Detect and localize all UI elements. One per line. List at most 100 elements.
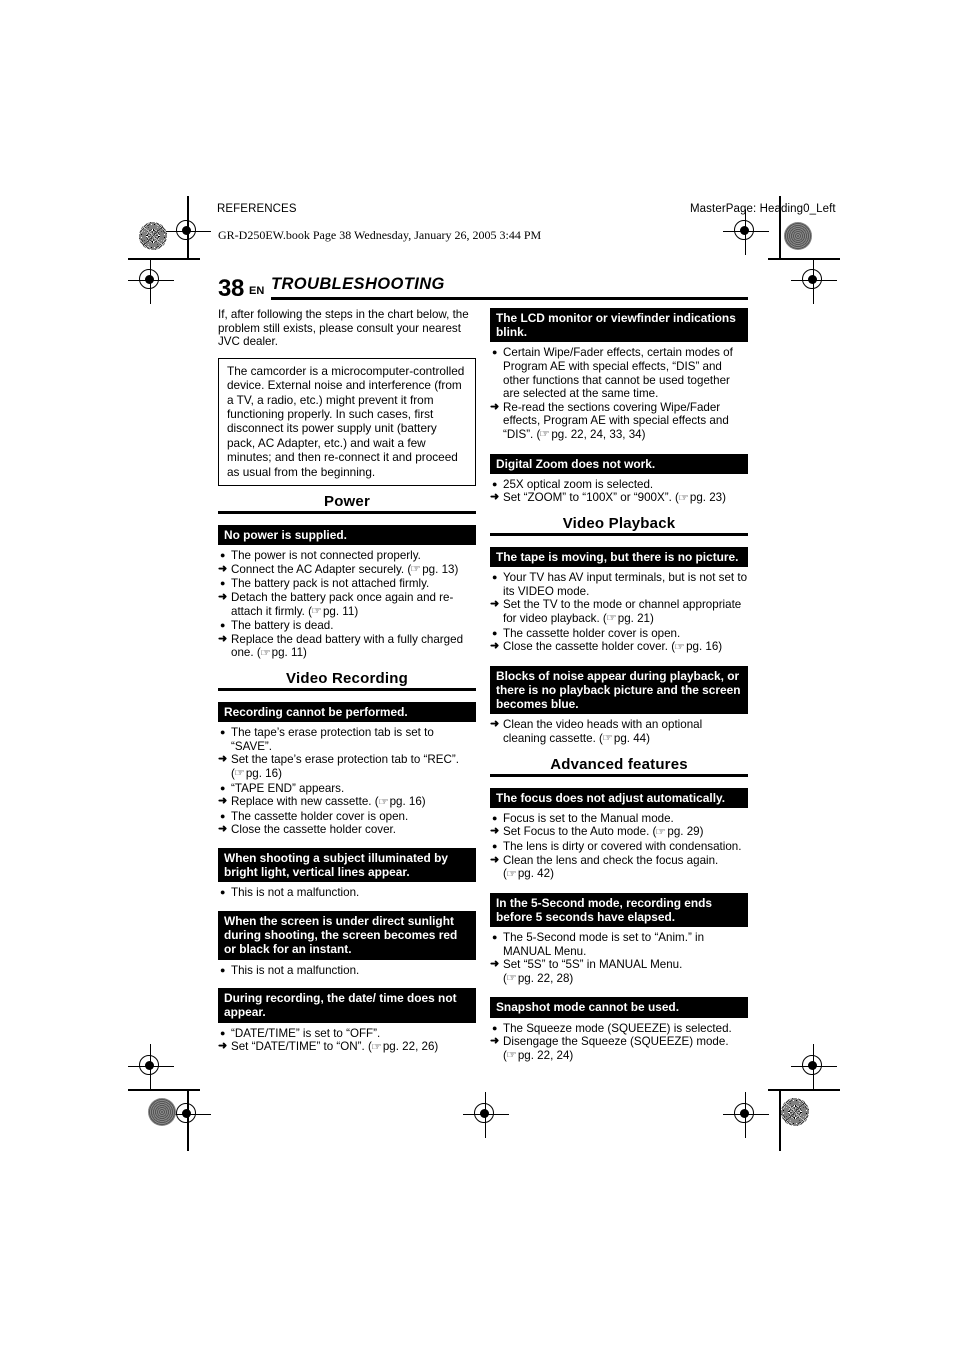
- page-reference: (☞pg. 22, 24, 33, 34): [536, 427, 646, 441]
- section-heading: Advanced features: [550, 755, 688, 773]
- remedy-item: ➜ Set “DATE/TIME” to “ON”. (☞pg. 22, 26): [218, 1040, 476, 1055]
- remedy-item: ➜ Set the TV to the mode or channel appro…: [490, 598, 748, 626]
- item-text: Your TV has AV input terminals, but is n…: [503, 571, 748, 598]
- cause-item: ● Focus is set to the Manual mode.: [490, 812, 748, 826]
- pointing-hand-icon: ☞: [233, 768, 245, 780]
- page-reference: (☞pg. 16): [671, 640, 723, 654]
- page-reference-label: pg. 16: [686, 640, 719, 654]
- bullet-icon: ●: [492, 572, 498, 583]
- item-text: Certain Wipe/Fader effects, certain mode…: [503, 346, 733, 401]
- symptom-item-list: ● “DATE/TIME” is set to “OFF”. ➜ Set “DATE/…: [218, 1027, 476, 1055]
- arrow-icon: ➜: [490, 400, 500, 413]
- bullet-icon: ●: [220, 887, 226, 898]
- symptom-item-list: ➜ Clean the video heads with an optional …: [490, 718, 748, 746]
- page-reference: (☞pg. 22, 26): [368, 1040, 439, 1054]
- item-text: Set “ZOOM” to “100X” or “900X”.: [503, 491, 672, 505]
- symptom-item-list: ● This is not a malfunction.: [218, 964, 476, 978]
- item-text: Set “5S” to “5S” in MANUAL Menu.: [503, 958, 683, 972]
- cause-item: ● 25X optical zoom is selected.: [490, 478, 748, 492]
- bullet-icon: ●: [492, 347, 498, 358]
- page-language-code: EN: [249, 285, 265, 297]
- page-reference: (☞pg. 13): [407, 562, 459, 576]
- cause-item: ● The 5-Second mode is set to “Anim.” in …: [490, 931, 748, 958]
- item-text: The battery is dead.: [231, 619, 334, 633]
- pointing-hand-icon: ☞: [410, 564, 422, 576]
- cause-item: ● The battery is dead.: [218, 619, 476, 633]
- item-text: The cassette holder cover is open.: [503, 626, 681, 640]
- arrow-icon: ➜: [490, 1035, 500, 1048]
- arrow-icon: ➜: [218, 795, 228, 808]
- arrow-icon: ➜: [218, 591, 228, 604]
- bullet-icon: ●: [220, 964, 226, 975]
- registration-mark-bottom-right: [723, 1092, 769, 1138]
- symptom-banner: Recording cannot be performed.: [218, 701, 476, 723]
- item-text: 25X optical zoom is selected.: [503, 477, 654, 491]
- remedy-item: ➜ Close the cassette holder cover.: [218, 823, 476, 837]
- bullet-icon: ●: [220, 550, 226, 561]
- left-column: If, after following the steps in the cha…: [218, 308, 476, 1066]
- page-reference-label: pg. 23: [689, 491, 723, 505]
- section-heading: Power: [323, 493, 370, 511]
- symptom-banner: When the screen is under direct sunlight…: [218, 910, 476, 960]
- item-text: Replace with new cassette.: [231, 795, 372, 809]
- pointing-hand-icon: ☞: [539, 429, 551, 441]
- registration-mark-lower-right-outer: [791, 1044, 837, 1090]
- page-reference-label: pg. 29: [667, 825, 700, 839]
- cause-item: ● The battery pack is not attached firmly…: [218, 577, 476, 591]
- bullet-icon: ●: [220, 727, 226, 738]
- item-text: This is not a malfunction.: [231, 886, 360, 900]
- page-reference-label: pg. 16: [389, 795, 422, 809]
- item-text: The cassette holder cover is open.: [231, 809, 409, 823]
- arrow-icon: ➜: [218, 562, 228, 575]
- arrow-icon: ➜: [218, 823, 228, 836]
- pointing-hand-icon: ☞: [673, 641, 686, 653]
- arrow-icon: ➜: [490, 640, 500, 653]
- remedy-item: ➜ Detach the battery pack once again and …: [218, 591, 476, 619]
- item-text: “TAPE END” appears.: [231, 781, 345, 795]
- symptom-item-list: ● The tape’s erase protection tab is set …: [218, 726, 476, 837]
- page-reference-label: pg. 21: [617, 611, 650, 625]
- item-text: Connect the AC Adapter securely.: [231, 562, 405, 576]
- halftone-patch-top-left: [139, 222, 167, 250]
- item-text: Focus is set to the Manual mode.: [503, 811, 674, 825]
- page-reference: (☞pg. 29): [652, 825, 704, 839]
- right-column: The LCD monitor or viewfinder indication…: [490, 308, 748, 1074]
- symptom-banner: Snapshot mode cannot be used.: [490, 997, 748, 1018]
- page-reference: (☞pg. 16): [231, 766, 282, 780]
- pointing-hand-icon: ☞: [377, 796, 389, 808]
- symptom-item-list: ● The Squeeze mode (SQUEEZE) is selected.…: [490, 1022, 748, 1064]
- bullet-icon: ●: [492, 478, 498, 489]
- page-header: 38 EN TROUBLESHOOTING: [218, 273, 748, 303]
- print-book-line: GR-D250EW.book Page 38 Wednesday, Januar…: [218, 228, 542, 242]
- page-reference-label: pg. 22, 26: [382, 1040, 435, 1054]
- bullet-icon: ●: [220, 1027, 226, 1038]
- symptom-banner: The focus does not adjust automatically.: [490, 787, 748, 808]
- registration-mark-top-right: [723, 209, 769, 255]
- bullet-icon: ●: [220, 620, 226, 631]
- remedy-item: ➜ Replace the dead battery with a fully c…: [218, 633, 476, 661]
- bullet-icon: ●: [492, 932, 498, 943]
- remedy-item: ➜ Re-read the sections covering Wipe/Fade…: [490, 401, 748, 443]
- page-reference: (☞pg. 42): [503, 867, 554, 881]
- page-reference-label: pg. 22, 24: [517, 1048, 570, 1062]
- arrow-icon: ➜: [490, 958, 500, 971]
- cause-item: ● The Squeeze mode (SQUEEZE) is selected.: [490, 1022, 748, 1036]
- remedy-item: ➜ Close the cassette holder cover. (☞pg. …: [490, 640, 748, 655]
- item-text: Clean the lens and check the focus again…: [503, 853, 719, 867]
- bullet-icon: ●: [220, 578, 226, 589]
- symptom-item-list: ● Certain Wipe/Fader effects, certain mod…: [490, 346, 748, 442]
- symptom-item-list: ● This is not a malfunction.: [218, 886, 476, 900]
- arrow-icon: ➜: [218, 632, 228, 645]
- item-text: The battery pack is not attached firmly.: [231, 577, 430, 591]
- pointing-hand-icon: ☞: [505, 868, 517, 880]
- page-reference-label: pg. 22, 28: [517, 971, 570, 985]
- cause-item: ● This is not a malfunction.: [218, 964, 476, 978]
- pointing-hand-icon: ☞: [605, 613, 617, 625]
- cause-item: ● The tape’s erase protection tab is set …: [218, 726, 476, 753]
- halftone-patch-bottom-right: [781, 1098, 809, 1126]
- section-rule: [218, 511, 476, 515]
- remedy-item: ➜ Clean the lens and check the focus agai…: [490, 854, 748, 882]
- bullet-icon: ●: [492, 840, 498, 851]
- remedy-item: ➜ Disengage the Squeeze (SQUEEZE) mode. (☞…: [490, 1035, 748, 1063]
- halftone-patch-top-right: [784, 222, 812, 250]
